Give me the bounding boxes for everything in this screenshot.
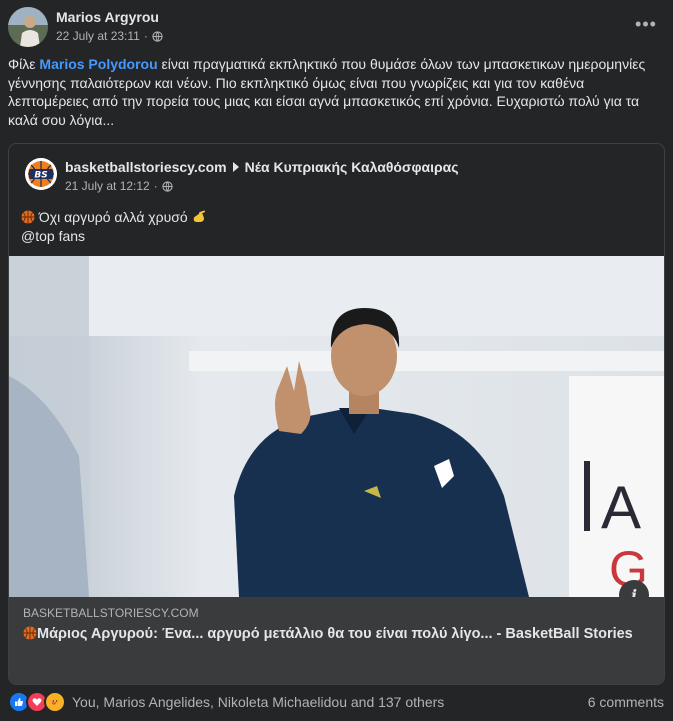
group-link[interactable]: Νέα Κυπριακής Καλαθόσφαιρας bbox=[245, 159, 459, 175]
shared-timestamp[interactable]: 21 July at 12:12 bbox=[65, 179, 150, 193]
shared-text-line1: Όχι αργυρό αλλά χρυσό bbox=[21, 208, 206, 227]
care-reaction-icon bbox=[44, 691, 66, 713]
basketball-icon bbox=[21, 210, 35, 224]
feed-post: Marios Argyrou 22 July at 23:11 · ••• Φί… bbox=[0, 0, 673, 721]
globe-icon bbox=[162, 180, 173, 192]
pinching-hand-icon bbox=[193, 210, 205, 222]
svg-text:A: A bbox=[601, 474, 641, 541]
shared-post[interactable]: BS basketballstoriescy.com Νέα Κυπριακής… bbox=[8, 143, 665, 685]
post-footer: You, Marios Angelides, Nikoleta Michaeli… bbox=[8, 688, 664, 716]
article-photo[interactable]: A G bbox=[9, 256, 664, 597]
author-name[interactable]: Marios Argyrou bbox=[56, 9, 159, 25]
link-domain: BASKETBALLSTORIESCY.COM bbox=[23, 606, 199, 620]
more-options-button[interactable]: ••• bbox=[628, 10, 664, 38]
post-text: Φίλε Marios Polydorou είναι πραγματικά ε… bbox=[8, 56, 646, 128]
page-logo[interactable]: BS bbox=[25, 158, 57, 190]
shared-source: basketballstoriescy.com Νέα Κυπριακής Κα… bbox=[65, 159, 459, 175]
post-timestamp[interactable]: 22 July at 23:11 bbox=[56, 29, 140, 43]
comments-count[interactable]: 6 comments bbox=[588, 694, 664, 710]
post-meta: 22 July at 23:11 · bbox=[56, 29, 163, 43]
link-preview[interactable]: BASKETBALLSTORIESCY.COM Μάριος Αργυρού: … bbox=[9, 597, 664, 684]
mention-link[interactable]: Marios Polydorou bbox=[39, 56, 157, 72]
more-dots-icon: ••• bbox=[635, 13, 657, 34]
shared-text: Όχι αργυρό αλλά χρυσό @top fans bbox=[21, 208, 206, 246]
globe-icon bbox=[152, 30, 163, 42]
source-page-link[interactable]: basketballstoriescy.com bbox=[65, 159, 227, 175]
basketball-icon bbox=[23, 626, 37, 640]
shared-meta: 21 July at 12:12 · bbox=[65, 179, 173, 193]
reaction-icons[interactable] bbox=[8, 691, 66, 713]
link-title[interactable]: Μάριος Αργυρού: Ένα... αργυρό μετάλλιο θ… bbox=[23, 624, 653, 644]
page-logo-text: BS bbox=[34, 171, 47, 181]
triangle-right-icon bbox=[232, 162, 239, 172]
author-avatar[interactable] bbox=[8, 7, 48, 47]
reaction-summary[interactable]: You, Marios Angelides, Nikoleta Michaeli… bbox=[72, 694, 444, 710]
shared-text-line2: @top fans bbox=[21, 228, 86, 244]
